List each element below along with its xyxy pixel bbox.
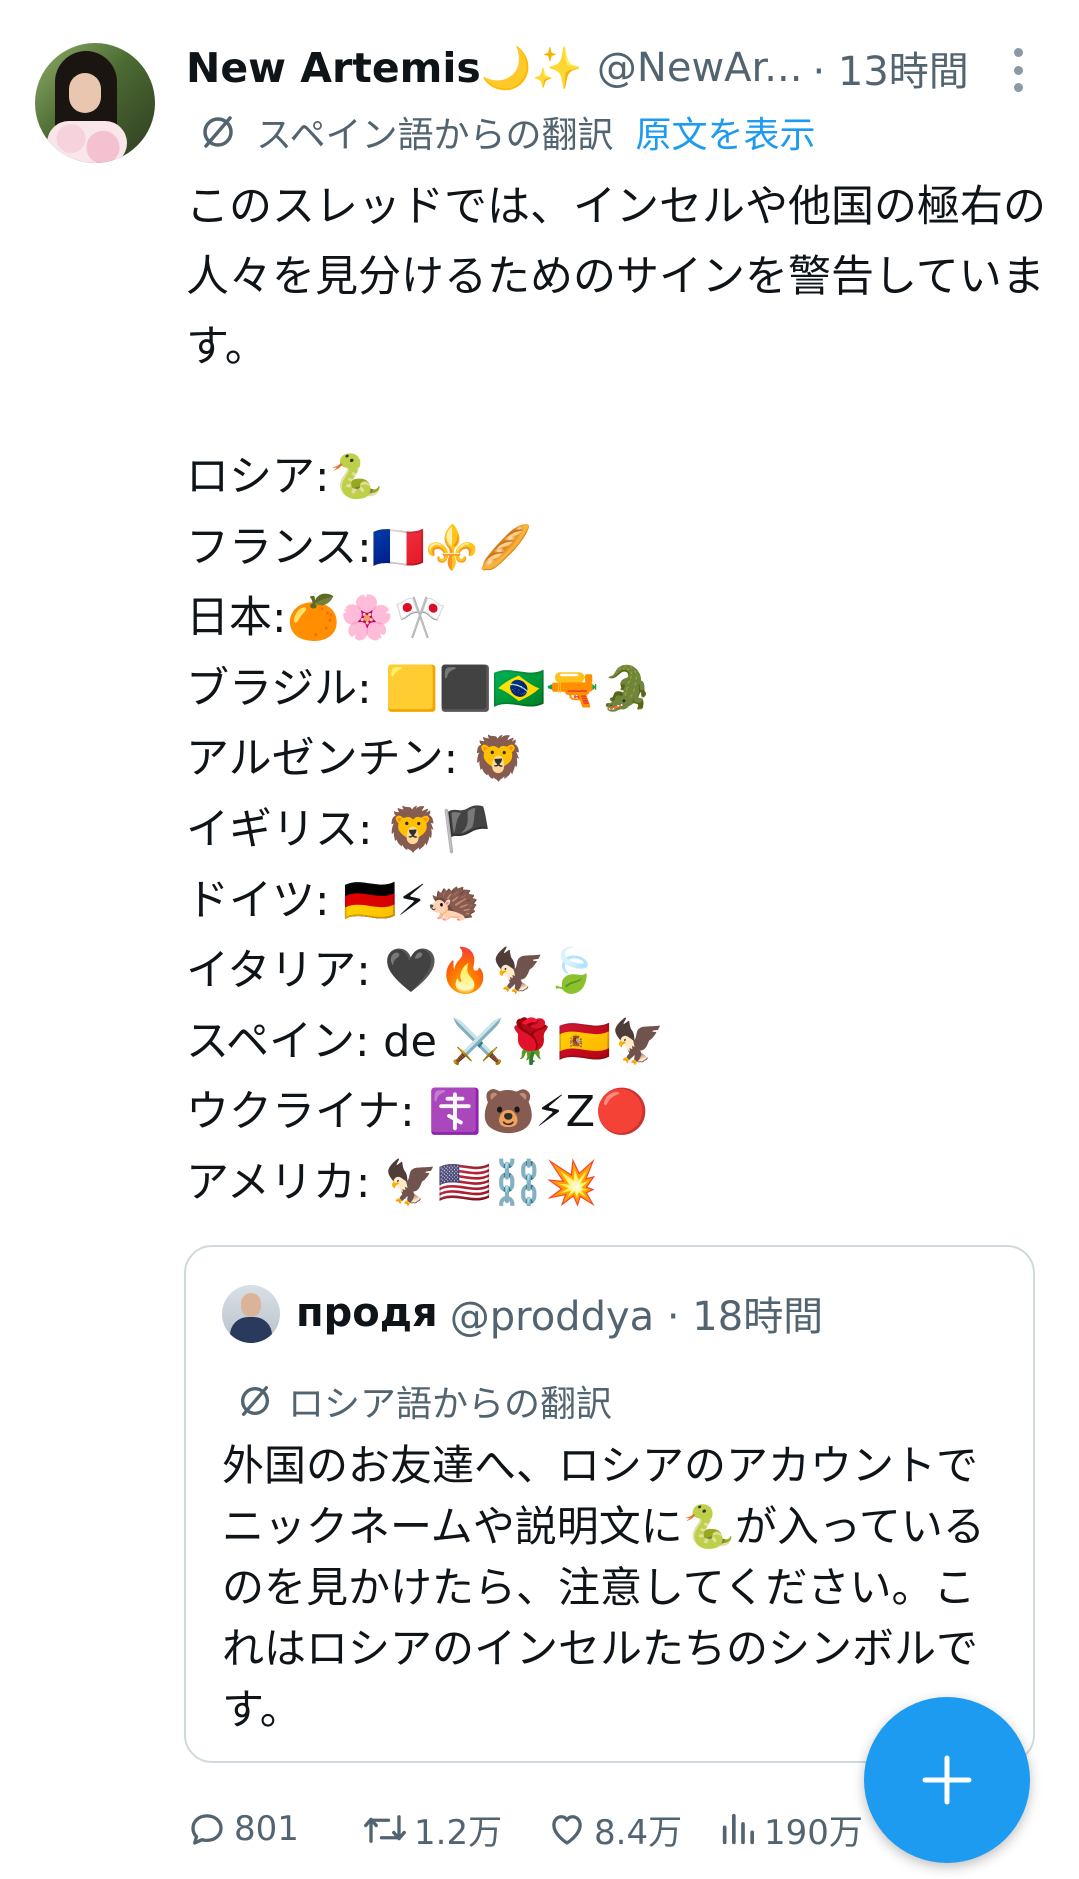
- tweet-header: New Artemis🌙✨ @NewAr... · 13時間: [186, 40, 1006, 96]
- retweet-button[interactable]: 1.2万: [362, 1805, 502, 1854]
- sign-line-brazil: ブラジル: 🟨⬛🇧🇷🔫🐊: [186, 663, 653, 714]
- retweet-count: 1.2万: [414, 1812, 503, 1853]
- compose-button[interactable]: [864, 1697, 1030, 1863]
- like-count: 8.4万: [594, 1812, 683, 1853]
- views-bar-chart-icon: [722, 1813, 754, 1845]
- translation-label: スペイン語からの翻訳: [256, 115, 614, 156]
- views-count: 190万: [764, 1812, 863, 1853]
- author-name[interactable]: New Artemis🌙✨: [186, 44, 583, 93]
- sign-line-spain: スペイン: de ⚔️🌹🇪🇸🦅: [186, 1016, 665, 1067]
- heart-icon: [552, 1815, 582, 1845]
- quote-header: продя @proddya · 18時間: [296, 1283, 823, 1343]
- translate-icon: [240, 1386, 270, 1416]
- quote-author-handle[interactable]: @proddya · 18時間: [450, 1284, 823, 1342]
- author-handle[interactable]: @NewAr...: [597, 45, 803, 91]
- plus-icon: [922, 1755, 972, 1805]
- quote-text: 外国のお友達へ、ロシアのアカウントでニックネームや説明文に🐍が入っているのを見か…: [222, 1441, 985, 1734]
- sign-line-argentina: アルゼンチン: 🦁: [186, 734, 526, 785]
- sign-line-france: フランス:🇫🇷⚜️🥖: [186, 522, 533, 573]
- quote-translation-label: ロシア語からの翻訳: [288, 1384, 613, 1425]
- like-button[interactable]: 8.4万: [546, 1805, 682, 1854]
- quoted-tweet[interactable]: продя @proddya · 18時間 ロシア語からの翻訳 外国のお友達へ、…: [184, 1245, 1035, 1763]
- sign-line-usa: アメリカ: 🦅🇺🇸⛓️💥: [186, 1157, 599, 1208]
- sign-line-uk: イギリス: 🦁🏴: [186, 804, 494, 855]
- quote-translation-row: ロシア語からの翻訳: [236, 1375, 612, 1427]
- quote-avatar-suit: [230, 1317, 272, 1343]
- author-avatar[interactable]: [35, 43, 155, 163]
- sign-line-japan: 日本:🍊🌸🎌: [186, 593, 448, 644]
- quote-author-name[interactable]: продя: [296, 1290, 438, 1336]
- reply-icon: [191, 1814, 223, 1845]
- avatar-flowers: [47, 121, 127, 163]
- translate-icon: [203, 116, 233, 148]
- translation-row: スペイン語からの翻訳 原文を表示: [198, 106, 816, 158]
- tweet-time[interactable]: · 13時間: [812, 39, 968, 97]
- quote-avatar-head: [241, 1293, 261, 1317]
- sign-line-russia: ロシア:🐍: [186, 452, 384, 502]
- sign-line-germany: ドイツ: 🇩🇪⚡🦔: [186, 875, 481, 926]
- reply-button[interactable]: 801: [186, 1808, 299, 1850]
- avatar-face: [69, 73, 101, 113]
- views-button[interactable]: 190万: [718, 1805, 863, 1854]
- more-vertical-icon[interactable]: [1008, 48, 1028, 92]
- show-original-link[interactable]: 原文を表示: [635, 106, 815, 158]
- sign-line-italy: イタリア: 🖤🔥🦅🍃: [186, 946, 599, 997]
- quote-author-avatar[interactable]: [222, 1285, 280, 1343]
- sign-line-ukraine: ウクライナ: ☦️🐻⚡Z🔴: [186, 1087, 649, 1138]
- tweet-text: このスレッドでは、インセルや他国の極右の人々を見分けるためのサインを警告していま…: [186, 182, 1046, 372]
- signs-list: ロシア:🐍 フランス:🇫🇷⚜️🥖 日本:🍊🌸🎌 ブラジル: 🟨⬛🇧🇷🔫🐊 アルゼ…: [186, 442, 1046, 1219]
- reply-count: 801: [234, 1809, 299, 1849]
- retweet-icon: [364, 1815, 406, 1843]
